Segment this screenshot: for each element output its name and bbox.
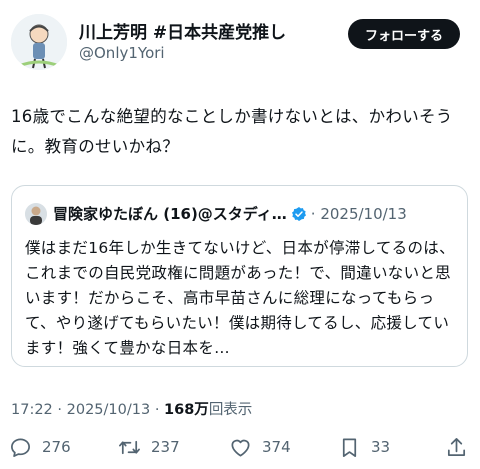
action-bar: 276 237 374 33: [0, 432, 480, 462]
tweet-text: 16歳でこんな絶望的なことしか書けないとは、かわいそうに。教育のせいかね？: [11, 107, 453, 156]
meta-separator-2: ·: [154, 402, 160, 418]
avatar-illustration-icon: [11, 14, 67, 70]
quoted-date: · 2025/10/13: [310, 204, 407, 223]
quoted-text: 僕はまだ16年しか生きてないけど、日本が停滞してるのは、これまでの自民党政権に問…: [25, 239, 455, 357]
author-handle[interactable]: @Only1Yori: [79, 44, 165, 62]
author-avatar[interactable]: [11, 14, 67, 70]
quoted-author-avatar: [25, 203, 47, 225]
share-icon: [447, 437, 466, 456]
share-button[interactable]: [445, 432, 468, 462]
quoted-tweet-card[interactable]: 冒険家ゆたぼん (16)@スタディ… · 2025/10/13 僕はまだ16年し…: [11, 185, 468, 367]
quoted-author-name: 冒険家ゆたぼん (16)@スタディ…: [53, 205, 287, 223]
reply-icon: [11, 437, 30, 457]
tweet-date[interactable]: 2025/10/13: [67, 402, 151, 418]
like-button[interactable]: 374: [229, 432, 291, 462]
verified-badge-icon: [291, 206, 306, 221]
bookmark-button[interactable]: 33: [338, 432, 390, 462]
retweet-icon: [119, 440, 140, 454]
like-count: 374: [262, 438, 291, 456]
reply-count: 276: [42, 438, 71, 456]
view-count-label: 回表示: [208, 402, 253, 418]
meta-separator: ·: [57, 402, 63, 418]
heart-icon: [231, 439, 250, 457]
reply-button[interactable]: 276: [9, 432, 71, 462]
retweet-count: 237: [151, 438, 180, 456]
view-count: 168万: [164, 402, 209, 418]
author-name[interactable]: 川上芳明 #日本共産党推し: [79, 18, 286, 43]
quoted-date-text: 2025/10/13: [320, 204, 407, 223]
bookmark-icon: [342, 437, 357, 457]
tweet-time[interactable]: 17:22: [11, 402, 53, 418]
follow-button[interactable]: フォローする: [348, 19, 460, 49]
retweet-button[interactable]: 237: [118, 432, 180, 462]
avatar-photo-icon: [25, 203, 47, 225]
quoted-header: 冒険家ゆたぼん (16)@スタディ… · 2025/10/13: [53, 203, 407, 224]
tweet-meta: 17:22 · 2025/10/13 · 168万回表示: [11, 398, 252, 419]
bookmark-count: 33: [371, 438, 391, 456]
